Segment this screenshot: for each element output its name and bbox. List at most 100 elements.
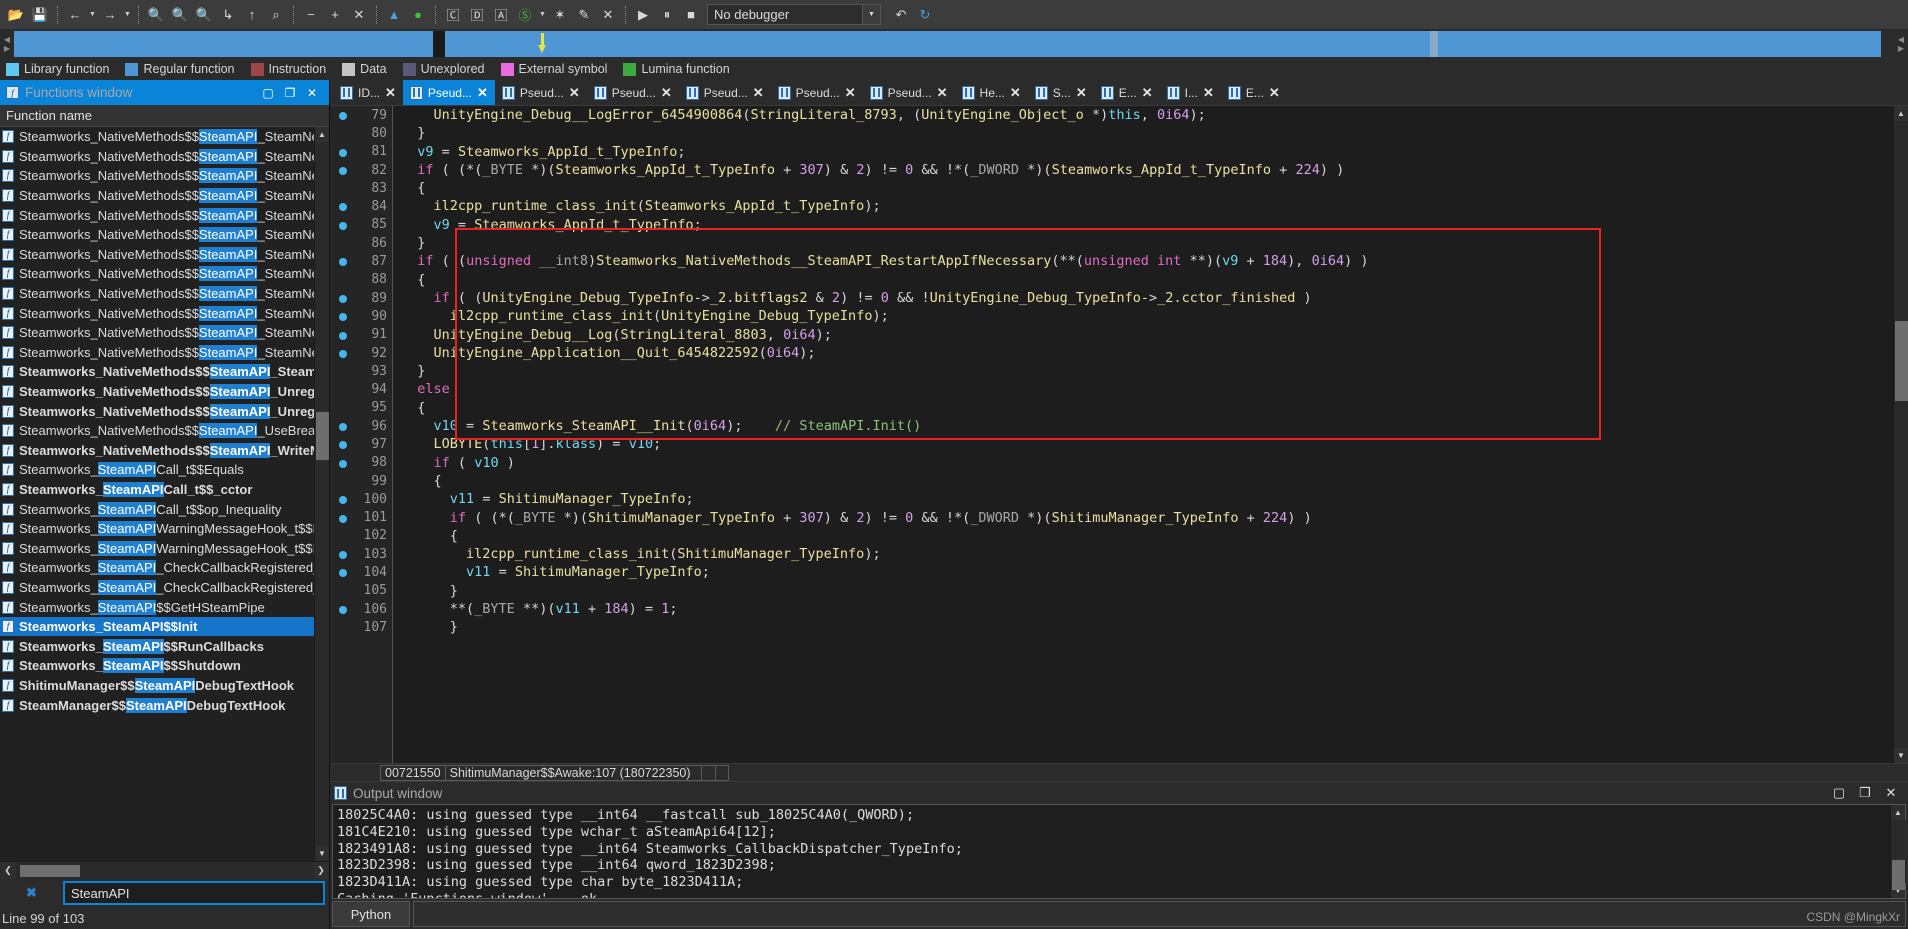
edit-function-icon[interactable]: ✎ <box>572 3 596 27</box>
code-line[interactable]: else <box>393 380 1893 398</box>
code-line[interactable]: if ( (*(_BYTE *)(ShitimuManager_TypeInfo… <box>393 509 1893 527</box>
tab-close-icon[interactable]: ✕ <box>385 85 396 101</box>
list-item[interactable]: f Steamworks_SteamAPICall_t$$op_Inequalit… <box>0 499 314 519</box>
functions-list-vscrollbar[interactable]: ▲ ▼ <box>314 127 329 861</box>
list-item[interactable]: f Steamworks_SteamAPICall_t$$Equals <box>0 460 314 480</box>
list-item[interactable]: f Steamworks_NativeMethods$$SteamAPI_Stea… <box>0 362 314 382</box>
list-item[interactable]: f Steamworks_NativeMethods$$SteamAPI_Stea… <box>0 166 314 186</box>
output-close-icon[interactable]: ✕ <box>1878 783 1904 803</box>
vscroll-track[interactable] <box>314 142 329 846</box>
undefine-icon[interactable]: ✶ <box>548 3 572 27</box>
output-vscroll-track[interactable] <box>1890 820 1906 890</box>
pause-icon[interactable]: ⏸ <box>655 3 679 27</box>
nav-right-next-icon[interactable]: ▶ <box>1898 44 1904 53</box>
output-vscrollbar[interactable]: ▲ ▼ <box>1890 805 1906 898</box>
code-line[interactable]: } <box>393 234 1893 252</box>
jump-icon[interactable]: ↳ <box>216 3 240 27</box>
list-item[interactable]: f Steamworks_NativeMethods$$SteamAPI_Stea… <box>0 127 314 147</box>
list-item[interactable]: f Steamworks_NativeMethods$$SteamAPI_Stea… <box>0 186 314 206</box>
list-item[interactable]: f Steamworks_SteamAPI_CheckCallbackRegist… <box>0 558 314 578</box>
python-prompt-button[interactable]: Python <box>332 901 410 927</box>
list-item[interactable]: f Steamworks_NativeMethods$$SteamAPI_Stea… <box>0 303 314 323</box>
code-area[interactable]: UnityEngine_Debug__LogError_6454900864(S… <box>392 106 1893 763</box>
tab-close-icon[interactable]: ✕ <box>937 85 948 101</box>
output-float-icon[interactable]: ❐ <box>1852 783 1878 803</box>
tab-close-icon[interactable]: ✕ <box>845 85 856 101</box>
navigator-segment[interactable] <box>1430 31 1438 57</box>
list-item[interactable]: f Steamworks_SteamAPI$$RunCallbacks <box>0 636 314 656</box>
back-dropdown-icon[interactable]: ▼ <box>87 3 98 27</box>
tab-close-icon[interactable]: ✕ <box>477 85 488 101</box>
tab-pseudocode-e[interactable]: Pseud... ✕ <box>770 80 863 105</box>
search-again-icon[interactable]: ⌕ <box>264 3 288 27</box>
function-name-column-header[interactable]: Function name <box>0 105 329 127</box>
tab-hex-view[interactable]: He... ✕ <box>954 80 1028 105</box>
functions-list-hscrollbar[interactable]: ❮ ❯ <box>0 861 329 880</box>
navigator-segment[interactable] <box>14 31 433 57</box>
nav-prev-icon[interactable]: ◀ <box>4 35 10 44</box>
graph-icon[interactable]: ▲ <box>382 3 406 27</box>
hscroll-track[interactable] <box>16 861 313 880</box>
list-item[interactable]: f Steamworks_NativeMethods$$SteamAPI_Unre… <box>0 382 314 402</box>
editor-scroll-up-icon[interactable]: ▲ <box>1894 106 1908 121</box>
forward-arrow-icon[interactable]: → <box>98 3 122 27</box>
editor-tabbar[interactable]: ID... ✕ Pseud... ✕ Pseud... ✕ Pseud... ✕ Pseud..… <box>330 80 1908 105</box>
make-struct-icon[interactable]: Ⓢ <box>513 3 537 27</box>
search-input[interactable]: SteamAPI <box>63 881 325 905</box>
code-line[interactable]: if ( v10 ) <box>393 454 1893 472</box>
navigator-left-arrows[interactable]: ◀ ▶ <box>0 31 14 57</box>
tab-pseudocode-b[interactable]: Pseud... ✕ <box>494 80 587 105</box>
navigator-segment[interactable] <box>1881 31 1886 57</box>
refresh-icon[interactable]: ↻ <box>913 3 937 27</box>
list-item[interactable]: f Steamworks_NativeMethods$$SteamAPI_Stea… <box>0 323 314 343</box>
code-line[interactable]: v10 = Steamworks_SteamAPI__Init(0i64); /… <box>393 417 1893 435</box>
tab-enums[interactable]: E... ✕ <box>1093 80 1160 105</box>
code-line[interactable]: { <box>393 271 1893 289</box>
code-line[interactable]: il2cpp_runtime_class_init(UnityEngine_De… <box>393 307 1893 325</box>
tab-close-icon[interactable]: ✕ <box>569 85 580 101</box>
tab-close-icon[interactable]: ✕ <box>661 85 672 101</box>
make-array-icon[interactable]: 🄰 <box>489 3 513 27</box>
code-line[interactable]: il2cpp_runtime_class_init(ShitimuManager… <box>393 545 1893 563</box>
output-window-body[interactable]: 18025C4A0: using guessed type __int64 __… <box>332 804 1906 899</box>
list-item[interactable]: f Steamworks_NativeMethods$$SteamAPI_Stea… <box>0 147 314 167</box>
tab-close-icon[interactable]: ✕ <box>1010 85 1021 101</box>
save-icon[interactable]: 💾 <box>28 3 52 27</box>
back-arrow-icon[interactable]: ← <box>63 3 87 27</box>
scroll-right-icon[interactable]: ❯ <box>313 862 329 880</box>
tab-imports[interactable]: I... ✕ <box>1159 80 1221 105</box>
tab-pseudocode-f[interactable]: Pseud... ✕ <box>862 80 955 105</box>
code-line[interactable]: UnityEngine_Debug__Log(StringLiteral_880… <box>393 326 1893 344</box>
float-icon[interactable]: ❐ <box>279 83 301 103</box>
delete-function-icon[interactable]: ✕ <box>596 3 620 27</box>
code-line[interactable]: v9 = Steamworks_AppId_t_TypeInfo; <box>393 143 1893 161</box>
navigator-strip[interactable] <box>14 31 1886 57</box>
vscroll-thumb[interactable] <box>315 412 329 460</box>
navigator-segment[interactable] <box>1437 31 1882 57</box>
struct-dropdown-icon[interactable]: ▼ <box>537 3 548 27</box>
code-line[interactable]: UnityEngine_Application__Quit_6454822592… <box>393 344 1893 362</box>
code-line[interactable]: { <box>393 527 1893 545</box>
list-item[interactable]: f Steamworks_SteamAPI$$GetHSteamPipe <box>0 597 314 617</box>
code-line[interactable]: LOBYTE(this[1].klass) = v10; <box>393 435 1893 453</box>
maximize-icon[interactable]: ▢ <box>257 83 279 103</box>
output-scroll-up-icon[interactable]: ▲ <box>1891 805 1906 820</box>
stop-icon[interactable]: ■ <box>679 3 703 27</box>
tab-pseudocode-d[interactable]: Pseud... ✕ <box>678 80 771 105</box>
nav-next-icon[interactable]: ▶ <box>4 44 10 53</box>
tab-structures[interactable]: S... ✕ <box>1027 80 1094 105</box>
list-item[interactable]: f Steamworks_NativeMethods$$SteamAPI_Stea… <box>0 284 314 304</box>
forward-dropdown-icon[interactable]: ▼ <box>122 3 133 27</box>
code-line[interactable]: if ( (*(_BYTE *)(Steamworks_AppId_t_Type… <box>393 161 1893 179</box>
tab-close-icon[interactable]: ✕ <box>1076 85 1087 101</box>
list-item[interactable]: f Steamworks_NativeMethods$$SteamAPI_Stea… <box>0 205 314 225</box>
code-line[interactable]: v11 = ShitimuManager_TypeInfo; <box>393 490 1893 508</box>
make-data-icon[interactable]: 🄳 <box>465 3 489 27</box>
list-item[interactable]: f Steamworks_SteamAPICall_t$$_cctor <box>0 480 314 500</box>
tab-ida-view[interactable]: ID... ✕ <box>333 80 403 105</box>
make-code-icon[interactable]: 🄲 <box>441 3 465 27</box>
search-binary-icon[interactable]: 🔍 <box>144 3 168 27</box>
zoom-out-icon[interactable]: − <box>299 3 323 27</box>
tab-close-icon[interactable]: ✕ <box>1269 85 1280 101</box>
code-line[interactable]: v9 = Steamworks_AppId_t_TypeInfo; <box>393 216 1893 234</box>
